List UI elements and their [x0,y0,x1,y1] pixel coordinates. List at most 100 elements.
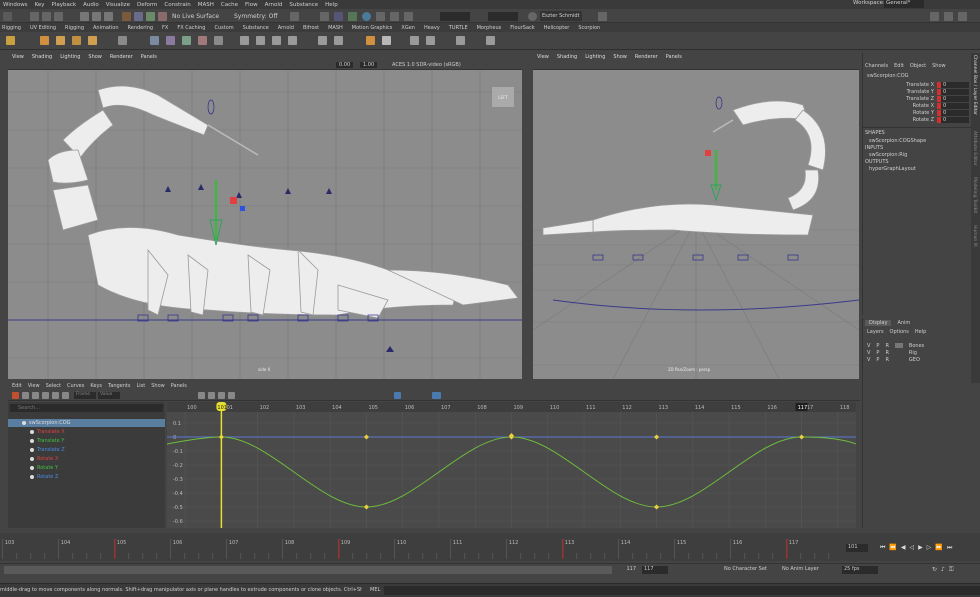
ik-handle-icon[interactable] [40,36,49,45]
workspace-select[interactable]: General* [884,0,924,8]
graph-area[interactable]: 100 101 102 103 104 105 106 107 108 109 110 111 112 1… [167,402,856,528]
attr-value[interactable]: 0 [941,88,969,95]
tangent-icon[interactable] [208,392,215,399]
curve-display-icon[interactable] [432,392,441,399]
colorspace-label[interactable]: ACES 1.0 SDR-video (sRGB) [392,62,461,68]
select-hierarchy-icon[interactable] [30,12,39,21]
channel-eye-icon[interactable] [22,421,26,425]
attr-row[interactable]: Translate Y 0 [869,88,971,95]
gamma-field[interactable]: 1.00 [360,62,378,68]
shelf-tab[interactable]: Arnold [278,25,294,31]
outliner-item[interactable]: Rotate Z [8,473,165,481]
graph-canvas[interactable]: 100 101 102 103 104 105 106 107 108 109 110 111 112 1… [167,402,856,528]
viewport-menu-item[interactable]: Panels [141,54,157,60]
visibility-toggle[interactable]: V [867,357,870,363]
shelf-tab[interactable]: Heavy [424,25,440,31]
channel-box-tab[interactable]: Show [932,63,946,69]
shelf-tab[interactable]: Helicopter [544,25,570,31]
graph-menu-item[interactable]: Select [46,383,61,389]
layer-color-swatch[interactable] [894,350,903,355]
layer-row[interactable]: V P R GEO [863,356,971,363]
graph-menu-item[interactable]: Tangents [108,383,130,389]
menu-item[interactable]: Arnold [265,2,283,8]
select-component-icon[interactable] [54,12,63,21]
reference-toggle[interactable]: R [885,343,888,349]
render-icon[interactable] [320,12,329,21]
constraint-icon[interactable] [214,36,223,45]
constraint-icon[interactable] [150,36,159,45]
menu-item[interactable]: Playback [52,2,77,8]
shelf-tab[interactable]: TURTLE [449,25,468,31]
range-start-field[interactable]: 117 [616,566,638,574]
menu-item[interactable]: Windows [3,2,28,8]
panel-toggle-icon[interactable] [930,12,939,21]
select-object-icon[interactable] [42,12,51,21]
side-tab[interactable]: Attribute Editor [972,131,977,166]
shape-editor-icon[interactable] [456,36,465,45]
history-icon[interactable] [290,12,299,21]
viewport-menu-item[interactable]: Show [88,54,102,60]
outliner-search-input[interactable] [10,404,163,412]
shelf-tab[interactable]: Bifrost [303,25,319,31]
channel-eye-icon[interactable] [30,466,34,470]
z-field[interactable] [488,12,518,21]
outliner-item[interactable]: Translate X [8,428,165,436]
go-to-end-icon[interactable]: ⏭ [947,544,952,552]
shelf-tab[interactable]: Motion Graphics [352,25,393,31]
tangent-icon[interactable] [198,392,205,399]
layer-tab-display[interactable]: Display [865,320,892,326]
snap-curve-icon[interactable] [134,12,143,21]
outliner-item[interactable]: swScorpion:COG [8,419,165,427]
channel-eye-icon[interactable] [30,457,34,461]
frame-field[interactable]: Frame [74,392,96,399]
panel-toggle-icon[interactable] [944,12,953,21]
left-viewport[interactable]: LEFT side X [8,70,522,379]
side-tab[interactable]: Modeling Toolkit [972,177,977,213]
menu-item[interactable]: Deform [137,2,157,8]
object-name[interactable]: swScorpion:COG [863,71,971,81]
paint-weights-icon[interactable] [366,36,375,45]
loop-icon[interactable]: ↻ [932,566,937,574]
channel-box-tab[interactable]: Object [910,63,926,69]
shelf-tab[interactable]: FX [162,25,168,31]
menu-item[interactable]: MASH [198,2,214,8]
right-viewport[interactable]: 2D Pan/Zoom : persp [533,70,859,379]
constraint-icon[interactable] [182,36,191,45]
menu-item[interactable]: Cache [221,2,238,8]
live-surface-label[interactable]: No Live Surface [172,13,219,20]
attr-row[interactable]: Rotate X 0 [869,102,971,109]
graph-menu-item[interactable]: View [28,383,40,389]
render-setup-icon[interactable] [376,12,385,21]
shelf-tab[interactable]: UV Editing [30,25,56,31]
graph-menu-item[interactable]: Edit [12,383,22,389]
layer-menu-item[interactable]: Layers [867,329,884,335]
viewport-menu-item[interactable]: Lighting [585,54,605,60]
ipr-icon[interactable] [334,12,343,21]
reference-toggle[interactable]: R [885,357,888,363]
layer-row[interactable]: V P R Bones [863,342,971,349]
attr-row[interactable]: Rotate Z 0 [869,116,971,123]
audio-icon[interactable]: ♪ [941,566,945,574]
snap-point-icon[interactable] [146,12,155,21]
graph-menu-item[interactable]: List [136,383,145,389]
channel-box-tab[interactable]: Edit [894,63,904,69]
render-settings-icon[interactable] [348,12,357,21]
range-end-field[interactable]: 117 [642,566,668,574]
shelf-tab[interactable]: Rigging [65,25,84,31]
text-tool-icon[interactable] [88,36,97,45]
key-icon[interactable]: ⚿ [949,566,954,574]
outliner-item[interactable]: Translate Z [8,446,165,454]
viewport-menu-item[interactable]: Shading [32,54,52,60]
character-set-select[interactable]: No Character Set [724,566,772,574]
time-slider[interactable]: 103 104 105 106 107 108 109 110 111 112 113 114 115 1… [0,533,980,561]
menu-item[interactable]: Substance [289,2,318,8]
side-tab[interactable]: Human IK [972,225,977,247]
attr-value[interactable]: 0 [941,95,969,102]
current-frame-field[interactable]: 101 [846,544,868,552]
graph-menu-item[interactable]: Curves [67,383,84,389]
channel-box-tab[interactable]: Channels [865,63,888,69]
snap-view-icon[interactable] [158,12,167,21]
shelf-tab[interactable]: FlourSack [510,25,534,31]
play-back-icon[interactable]: ◁ [910,544,915,552]
viewport-menu-item[interactable]: Lighting [60,54,80,60]
